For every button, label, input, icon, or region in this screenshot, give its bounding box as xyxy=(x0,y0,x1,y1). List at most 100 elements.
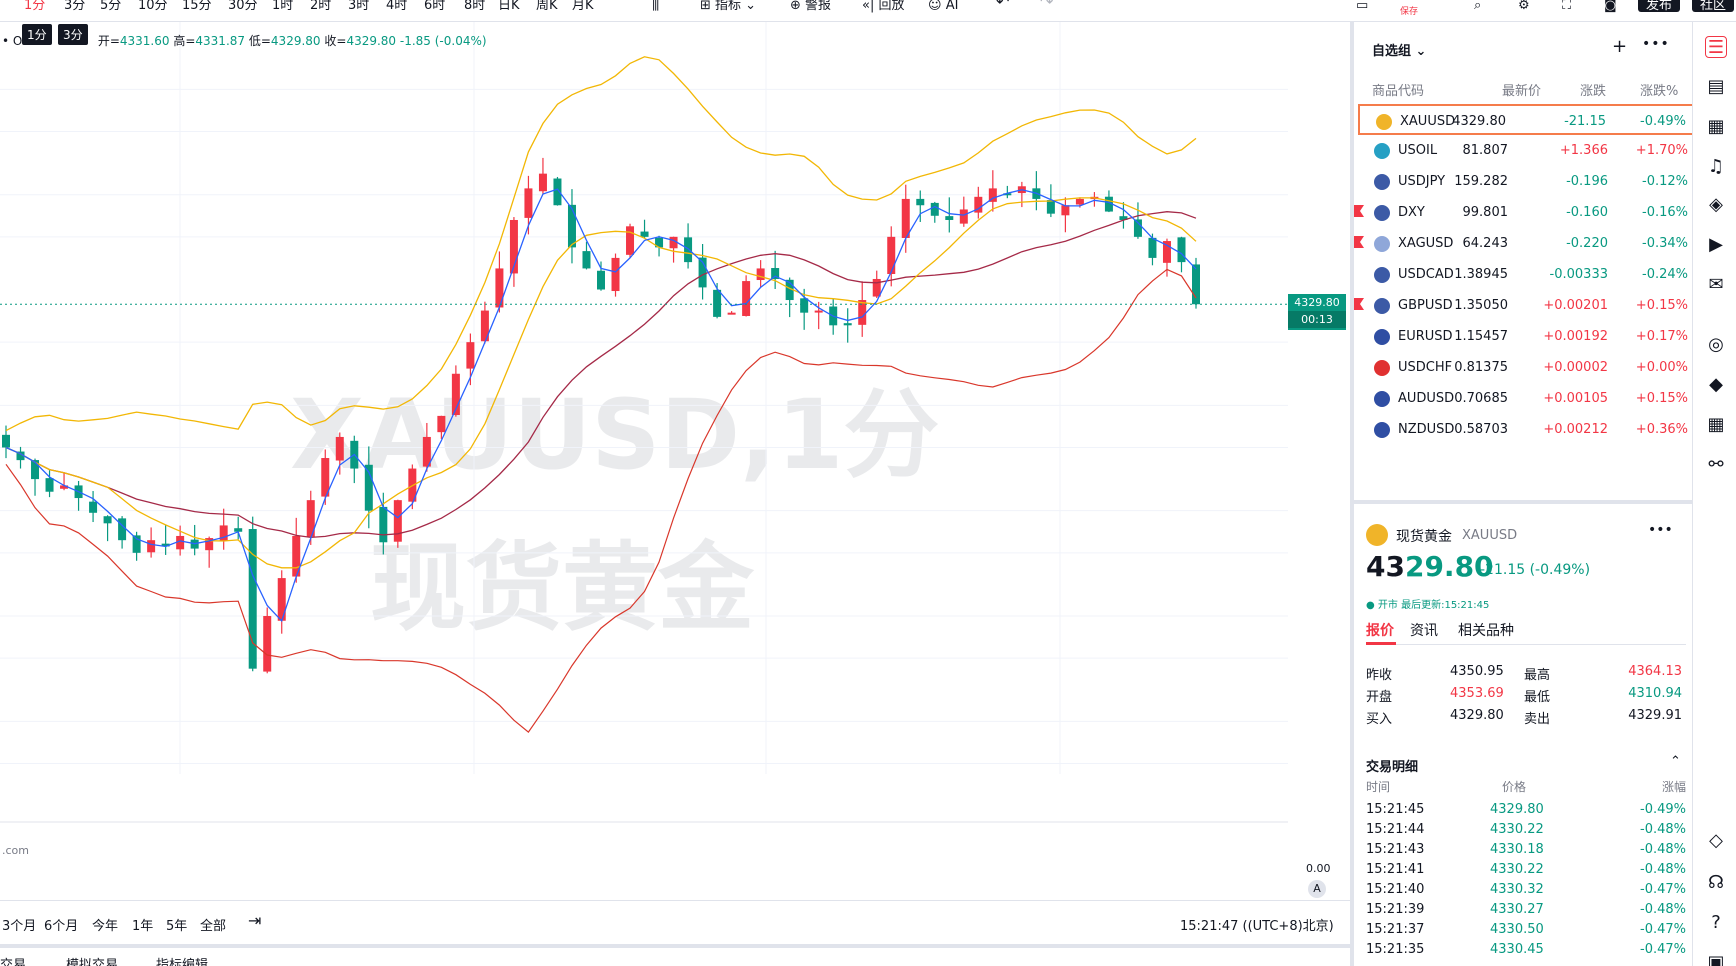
us-ch-flag-icon xyxy=(1374,360,1390,376)
watchlist-row-xauusd[interactable]: XAUUSD 4329.80 -21.15 -0.49% xyxy=(1358,104,1694,135)
timeframe-3[interactable]: 10分 xyxy=(138,0,168,12)
layers-icon[interactable]: ◈ xyxy=(1705,194,1727,216)
timeframe-7[interactable]: 2时 xyxy=(310,0,331,12)
calendar-range-icon[interactable]: ⇥ xyxy=(248,911,261,930)
fullscreen-icon[interactable]: ⛶ xyxy=(1562,0,1571,12)
range-4[interactable]: 5年 xyxy=(166,915,187,934)
timeframe-1[interactable]: 3分 xyxy=(64,0,85,12)
detail-tab-2[interactable]: 相关品种 xyxy=(1458,620,1514,640)
timezone-label[interactable]: 15:21:47 ((UTC+8)北京) xyxy=(1180,915,1334,934)
calendar-icon[interactable]: ▦ xyxy=(1705,116,1727,138)
search-icon[interactable]: ⌕ xyxy=(1474,0,1481,12)
timeframe-5[interactable]: 30分 xyxy=(228,0,258,12)
watchlist-row-usoil[interactable]: USOIL 81.807 +1.366 +1.70% xyxy=(1358,135,1694,166)
timeframe-2[interactable]: 5分 xyxy=(100,0,121,12)
timeframe-11[interactable]: 8时 xyxy=(464,0,485,12)
replay-button[interactable]: «| 回放 xyxy=(862,0,904,12)
flow-icon[interactable]: ⚯ xyxy=(1705,454,1727,476)
watchlist-row-xagusd[interactable]: XAGUSD 64.243 -0.220 -0.34% xyxy=(1354,228,1694,259)
detail-tab-1[interactable]: 资讯 xyxy=(1410,620,1438,640)
watchlist-row-usdchf[interactable]: USDCHF 0.81375 +0.00002 +0.00% xyxy=(1358,352,1694,383)
flag-marker-icon[interactable] xyxy=(1354,236,1364,248)
candle-body xyxy=(713,289,722,317)
help-icon[interactable]: ? xyxy=(1705,912,1727,934)
timeframe-0[interactable]: 1分 xyxy=(24,0,45,12)
row-pct: +1.70% xyxy=(1635,143,1688,158)
detail-tab-0[interactable]: 报价 xyxy=(1366,620,1394,640)
candle-body xyxy=(945,216,954,220)
bollinger-upper-line xyxy=(5,56,1197,432)
candlestick-chart[interactable]: 4340.004338.004335.004333.004328.004325.… xyxy=(0,22,1288,842)
open-value: 4331.60 xyxy=(119,34,170,48)
headset-icon[interactable]: ☊ xyxy=(1705,872,1727,894)
timeframe-13[interactable]: 周K xyxy=(536,0,558,12)
watchlist-row-gbpusd[interactable]: GBPUSD 1.35050 +0.00201 +0.15% xyxy=(1354,290,1694,321)
bottom-tab-0[interactable]: 交易 xyxy=(0,954,26,966)
ma-slow-line xyxy=(5,211,1197,539)
bell-icon[interactable]: ♫ xyxy=(1705,156,1727,178)
timeframe-12[interactable]: 日K xyxy=(498,0,520,12)
settings-icon[interactable]: ⚙ xyxy=(1518,0,1530,12)
screen-icon[interactable]: ▣ xyxy=(1705,952,1727,966)
range-2[interactable]: 今年 xyxy=(92,915,118,934)
timeframe-9[interactable]: 4时 xyxy=(386,0,407,12)
cube-icon[interactable]: ◆ xyxy=(1705,374,1727,396)
watchlist-row-nzdusd[interactable]: NZDUSD 0.58703 +0.00212 +0.36% xyxy=(1358,414,1694,445)
undo-icon[interactable]: ↶ xyxy=(996,0,1009,10)
watchlist-row-dxy[interactable]: DXY 99.801 -0.160 -0.16% xyxy=(1354,197,1694,228)
watchlist-row-eurusd[interactable]: EURUSD 1.15457 +0.00192 +0.17% xyxy=(1358,321,1694,352)
news-icon[interactable]: ▤ xyxy=(1705,76,1727,98)
timeframe-4[interactable]: 15分 xyxy=(182,0,212,12)
layout-icon[interactable]: ▭ xyxy=(1356,0,1368,12)
watchlist-row-audusd[interactable]: AUDUSD 0.70685 +0.00105 +0.15% xyxy=(1358,383,1694,414)
trades-header-price: 价格 xyxy=(1502,780,1527,794)
redo-icon[interactable]: ↷ xyxy=(1040,0,1053,10)
bottom-tab-1[interactable]: 模拟交易 xyxy=(66,954,118,966)
timeframe-10[interactable]: 6时 xyxy=(424,0,445,12)
trade-row: 15:21:37 4330.50 -0.47% xyxy=(1366,920,1686,940)
row-pct: +0.15% xyxy=(1635,298,1688,313)
collapse-icon[interactable]: ⌃ xyxy=(1670,754,1681,769)
range-1[interactable]: 6个月 xyxy=(44,915,78,934)
candle xyxy=(190,524,199,556)
watchlist-icon[interactable]: ☰ xyxy=(1705,36,1727,58)
flag-marker-icon[interactable] xyxy=(1354,298,1364,310)
publish-button[interactable]: 发布 xyxy=(1638,0,1681,12)
auto-scale-button[interactable]: A xyxy=(1308,880,1326,898)
candle xyxy=(988,170,997,212)
timeframe-6[interactable]: 1时 xyxy=(272,0,293,12)
diamond-icon[interactable]: ◇ xyxy=(1705,830,1727,852)
table-icon[interactable]: ▦ xyxy=(1705,414,1727,436)
watchlist-group-dropdown[interactable]: 自选组 ⌄ xyxy=(1372,40,1426,59)
candle xyxy=(742,275,751,317)
save-label[interactable]: 保存 xyxy=(1400,6,1418,18)
candle xyxy=(234,516,243,540)
add-symbol-icon[interactable]: + xyxy=(1612,36,1627,57)
range-0[interactable]: 3个月 xyxy=(2,915,36,934)
more-icon[interactable]: ••• xyxy=(1642,36,1670,52)
timeframe-14[interactable]: 月K xyxy=(572,0,594,12)
bottom-tab-2[interactable]: 指标编辑 xyxy=(156,954,208,966)
target-icon[interactable]: ◎ xyxy=(1705,334,1727,356)
silver-icon xyxy=(1374,236,1390,252)
bollinger-lower-line xyxy=(5,268,1197,733)
indicator-button[interactable]: ⊞ 指标 ⌄ xyxy=(700,0,756,12)
range-3[interactable]: 1年 xyxy=(132,915,153,934)
alert-button[interactable]: ⊕ 警报 xyxy=(790,0,831,12)
bar-style-icon[interactable]: ⫼ xyxy=(652,0,659,12)
timeframe-8[interactable]: 3时 xyxy=(348,0,369,12)
detail-more-icon[interactable]: ••• xyxy=(1648,522,1673,538)
watchlist-row-usdcad[interactable]: USDCAD 1.38945 -0.00333 -0.24% xyxy=(1358,259,1694,290)
camera-icon[interactable]: ◙ xyxy=(1604,0,1617,12)
community-button[interactable]: 社区 xyxy=(1692,0,1735,12)
flag-marker-icon[interactable] xyxy=(1354,205,1364,217)
ai-button[interactable]: ☺ AI xyxy=(928,0,958,12)
watchlist-row-usdjpy[interactable]: USDJPY 159.282 -0.196 -0.12% xyxy=(1358,166,1694,197)
au-us-flag-icon xyxy=(1374,391,1390,407)
video-icon[interactable]: ▶ xyxy=(1705,234,1727,256)
range-5[interactable]: 全部 xyxy=(200,915,226,934)
chat-icon[interactable]: ✉ xyxy=(1705,274,1727,296)
range-bar: 3个月 6个月 今年 1年 5年 全部 ⇥ 15:21:47 ((UTC+8)北京) xyxy=(0,900,1350,942)
chart-area[interactable]: XAUUSD,1分 现货黄金 4340.004338.004335.004333… xyxy=(0,22,1346,842)
row-price: 1.15457 xyxy=(1454,329,1508,344)
